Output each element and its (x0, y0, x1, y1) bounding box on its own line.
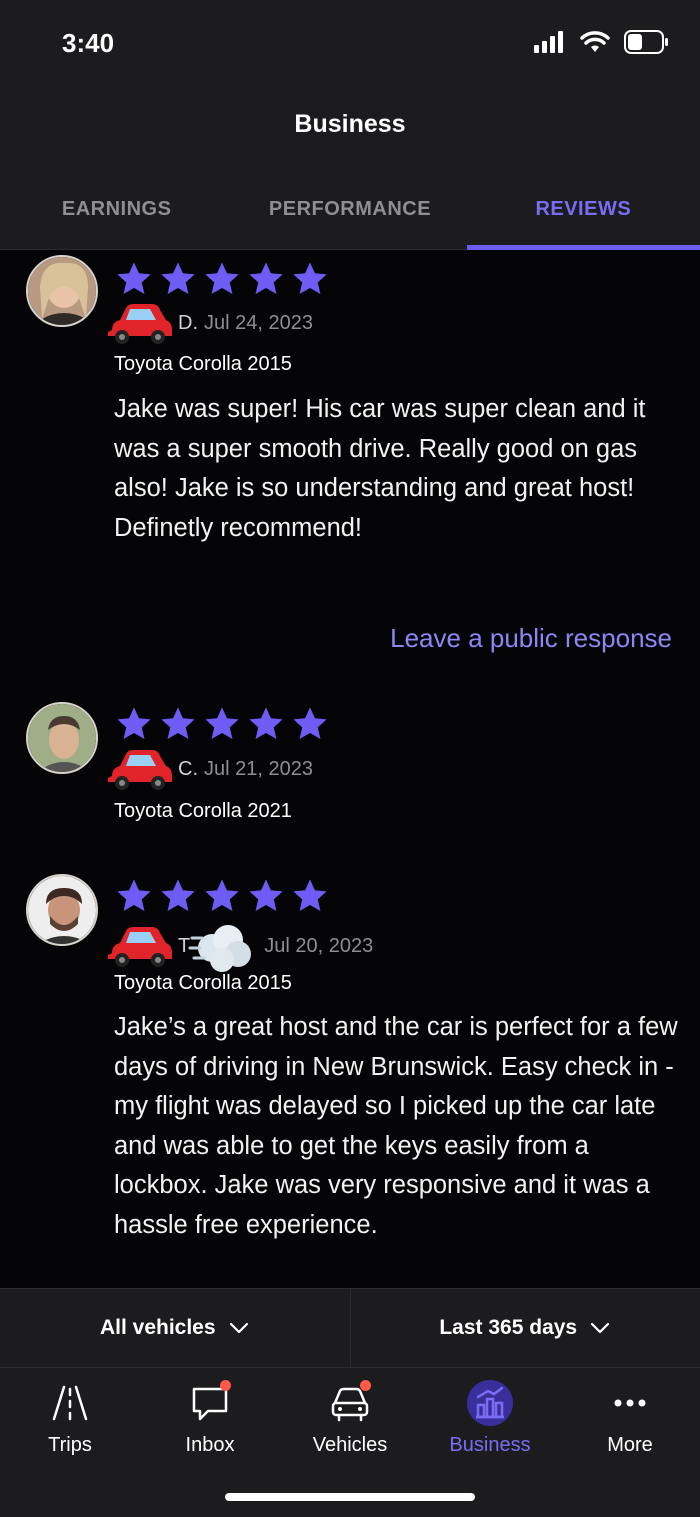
star-icon (117, 879, 151, 912)
battery-icon (624, 30, 668, 54)
filter-bar: All vehicles Last 365 days (0, 1288, 700, 1368)
star-icon (205, 262, 239, 295)
star-rating (115, 705, 329, 743)
review-date: Jul 21, 2023 (204, 757, 313, 780)
vehicle-filter-label: All vehicles (99, 1316, 216, 1339)
tab-bar: EARNINGS PERFORMANCE REVIEWS (0, 190, 700, 250)
review-meta: D. Jul 24, 2023 (104, 300, 313, 346)
review-date: Jul 24, 2023 (204, 311, 313, 334)
review-text: Jake’s a great host and the car is perfe… (114, 1013, 678, 1239)
ellipsis-icon (605, 1378, 655, 1428)
nav-more[interactable]: More (560, 1378, 700, 1457)
header: Business EARNINGS PERFORMANCE REVIEWS (0, 90, 700, 250)
star-icon (161, 262, 195, 295)
nav-business[interactable]: Business (420, 1378, 560, 1457)
notification-dot (360, 1380, 371, 1391)
nav-vehicles[interactable]: Vehicles (280, 1378, 420, 1457)
star-icon (293, 262, 327, 295)
nav-label: Trips (48, 1434, 92, 1456)
avatar[interactable] (26, 702, 98, 774)
reviews-list[interactable]: D. Jul 24, 2023 Toyota Corolla 2015 Jake… (0, 250, 700, 1287)
avatar[interactable] (26, 255, 98, 327)
star-icon (249, 262, 283, 295)
chevron-down-icon (591, 1322, 610, 1334)
wifi-icon (580, 31, 610, 52)
nav-label: Vehicles (312, 1434, 388, 1456)
reviewer-name: D. (178, 311, 198, 334)
nav-label: More (607, 1434, 653, 1456)
review-meta: T Jul 20, 2023 (104, 918, 373, 974)
chat-bubble-icon (185, 1378, 235, 1428)
car-icon (325, 1378, 375, 1428)
reviewer-name: C. (178, 757, 198, 780)
period-filter-dropdown[interactable]: Last 365 days (349, 1289, 700, 1367)
star-icon (293, 879, 327, 912)
star-icon (249, 707, 283, 740)
star-rating (115, 877, 329, 915)
nav-label: Business (449, 1434, 531, 1456)
red-car-icon (108, 750, 172, 790)
tab-performance[interactable]: PERFORMANCE (233, 190, 466, 250)
tab-earnings[interactable]: EARNINGS (0, 190, 233, 250)
nav-label: Inbox (185, 1434, 235, 1456)
vehicle-filter-dropdown[interactable]: All vehicles (0, 1289, 350, 1367)
chevron-down-icon (229, 1322, 248, 1334)
vehicle-name: Toyota Corolla 2015 (114, 972, 292, 994)
road-icon (45, 1378, 95, 1428)
bottom-nav: Trips Inbox Vehicles Business More (0, 1368, 700, 1517)
chart-icon (465, 1378, 515, 1428)
star-icon (205, 707, 239, 740)
status-icons (534, 30, 670, 54)
period-filter-label: Last 365 days (439, 1316, 578, 1339)
notification-dot (220, 1380, 231, 1391)
star-rating (115, 260, 329, 298)
home-indicator[interactable] (225, 1493, 475, 1501)
star-icon (293, 707, 327, 740)
star-icon (249, 879, 283, 912)
status-time: 3:40 (62, 28, 115, 58)
signal-icon (534, 31, 563, 53)
star-icon (205, 879, 239, 912)
red-car-icon (108, 304, 172, 344)
vehicle-name: Toyota Corolla 2021 (114, 800, 292, 822)
tab-reviews[interactable]: REVIEWS (466, 190, 700, 250)
dash-cloud-icon (188, 925, 252, 972)
review-meta: C. Jul 21, 2023 (104, 746, 313, 792)
status-bar: 3:40 (0, 0, 700, 90)
nav-inbox[interactable]: Inbox (140, 1378, 280, 1457)
star-icon (117, 262, 151, 295)
star-icon (161, 879, 195, 912)
nav-trips[interactable]: Trips (0, 1378, 140, 1457)
red-car-icon (108, 927, 172, 967)
leave-public-response-link[interactable]: Leave a public response (390, 623, 672, 654)
page-title: Business (294, 110, 406, 138)
vehicle-name: Toyota Corolla 2015 (114, 353, 292, 375)
review-text: Jake was super! His car was super clean … (114, 395, 646, 542)
star-icon (117, 707, 151, 740)
avatar[interactable] (26, 874, 98, 946)
review-date: Jul 20, 2023 (264, 934, 374, 957)
star-icon (161, 707, 195, 740)
